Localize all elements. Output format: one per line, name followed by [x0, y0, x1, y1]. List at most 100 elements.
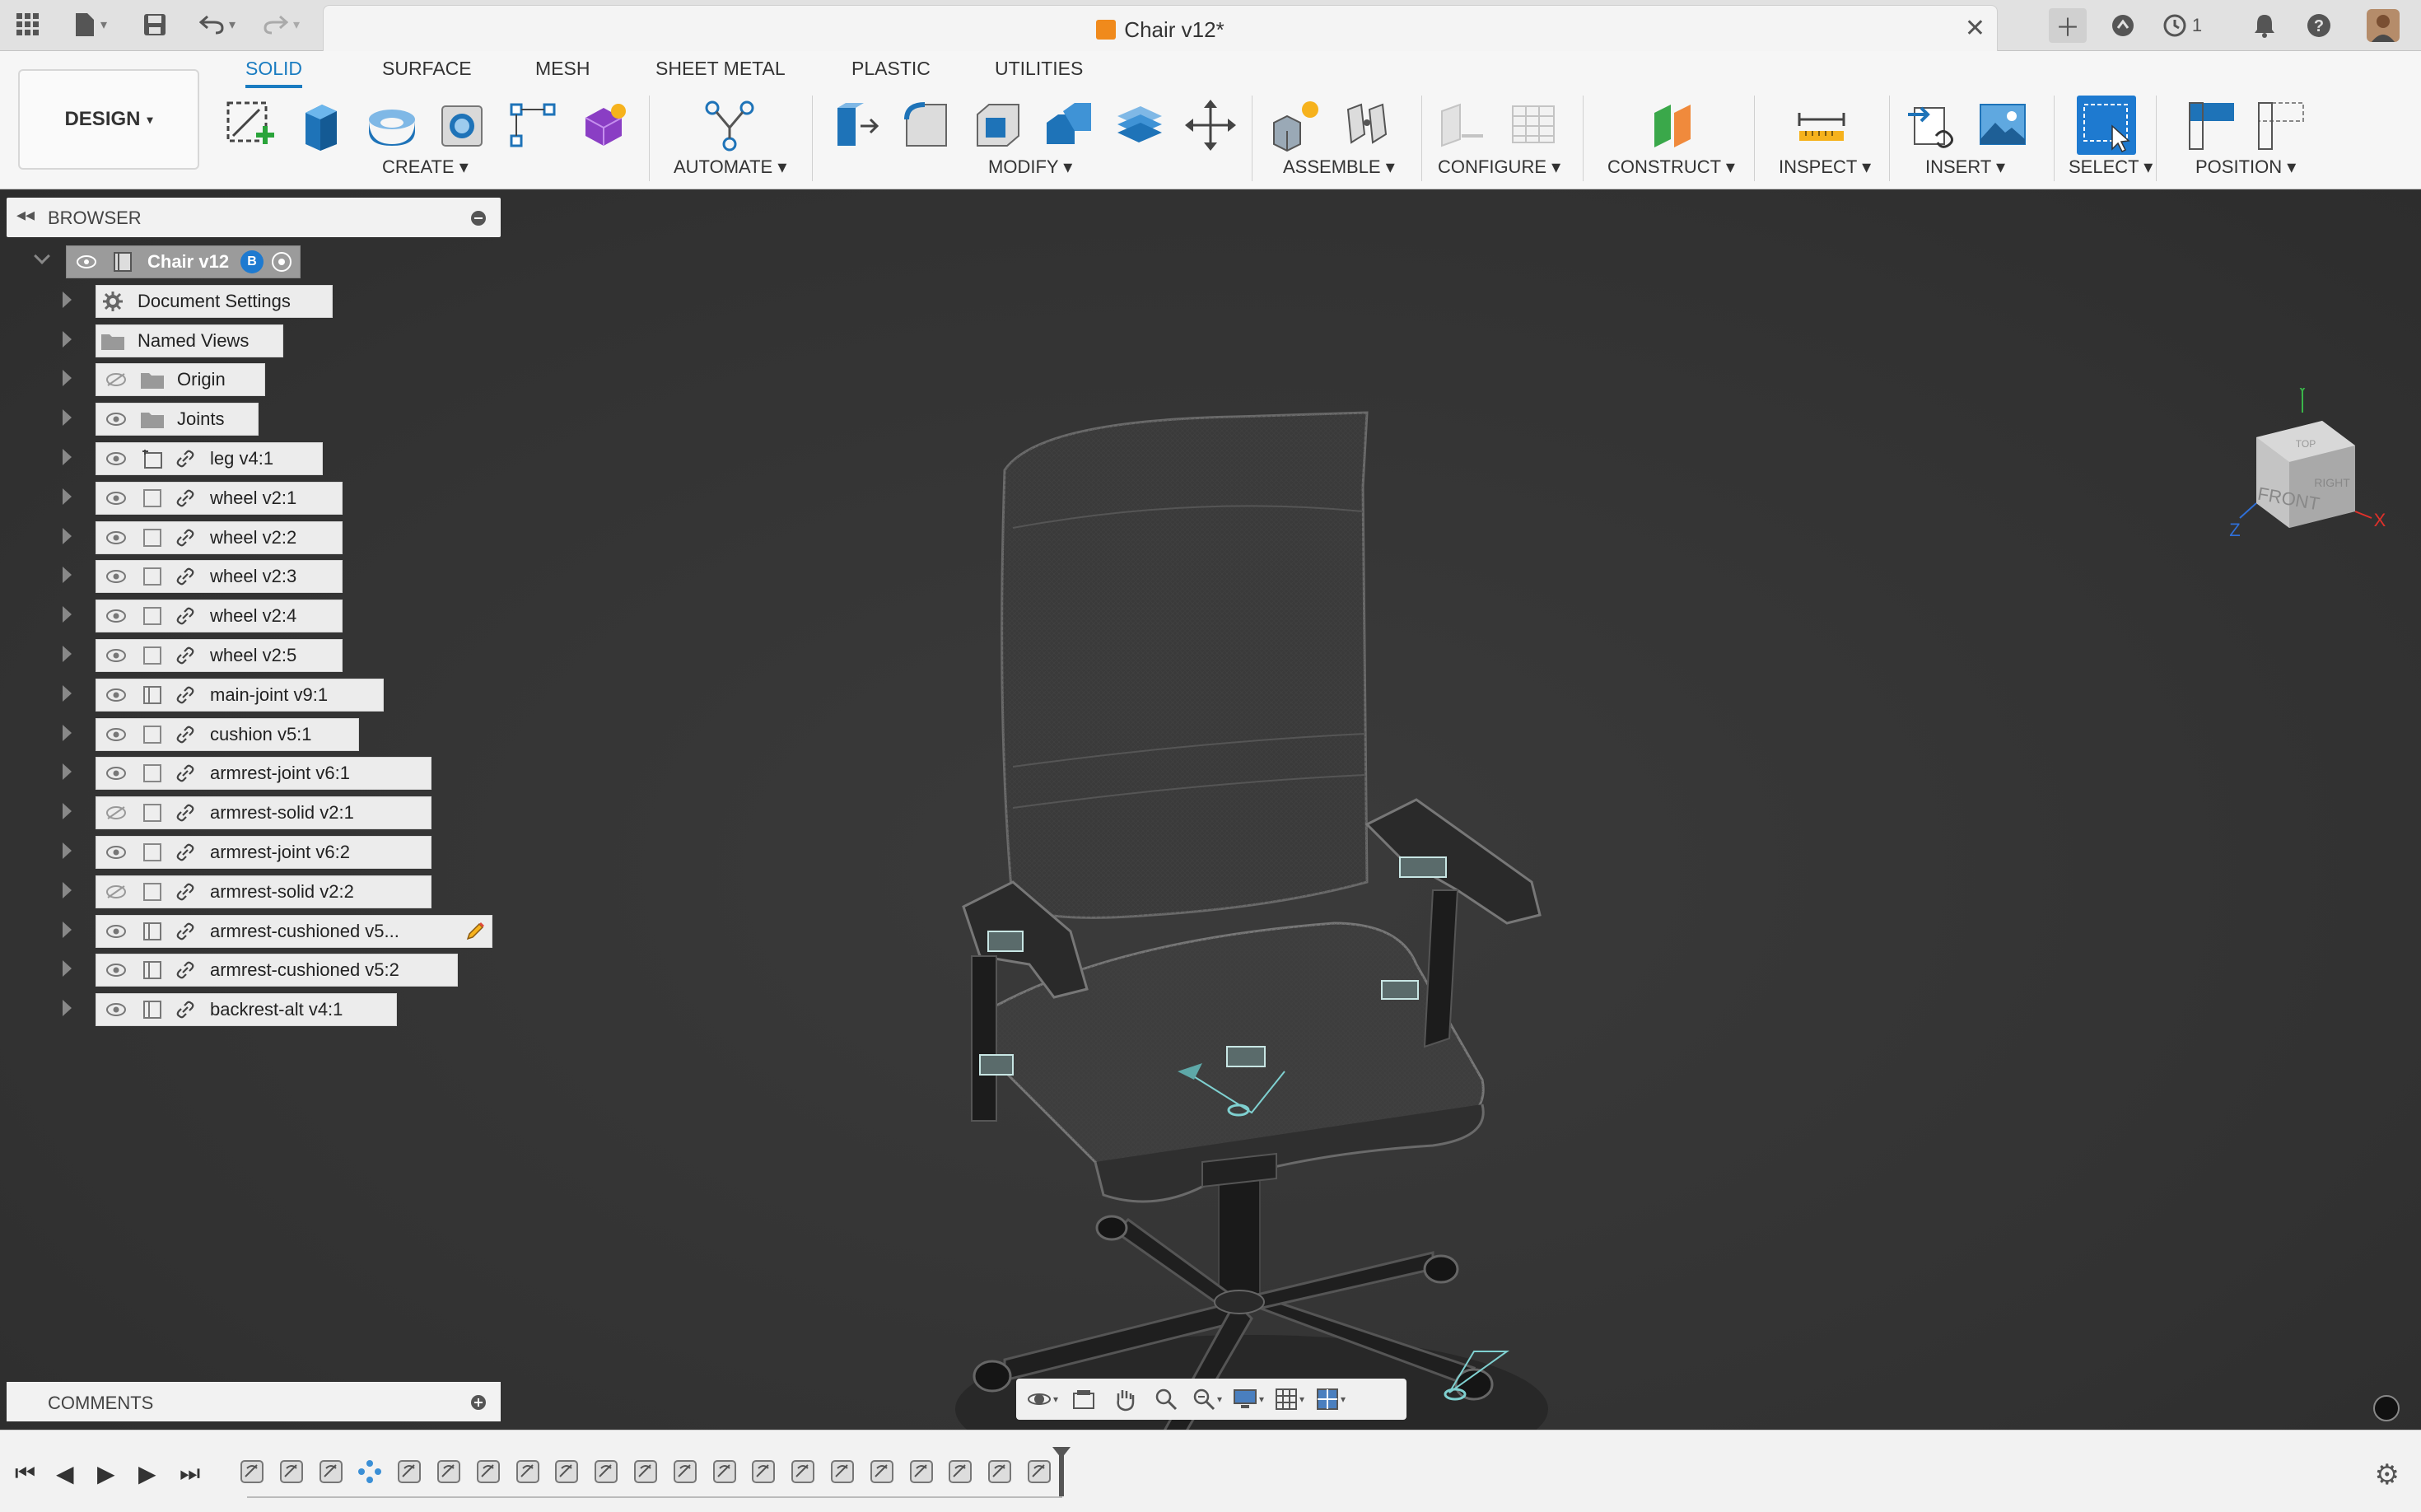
expand-arrow-icon[interactable]	[63, 1000, 72, 1017]
pan-icon[interactable]	[1107, 1383, 1143, 1416]
timeline-joint-feature[interactable]	[318, 1458, 344, 1485]
offset-faces-icon[interactable]	[1110, 96, 1169, 155]
viewports-icon[interactable]: ▾	[1313, 1383, 1349, 1416]
new-component-icon[interactable]	[1266, 96, 1326, 155]
timeline-marker[interactable]	[1052, 1447, 1071, 1496]
visibility-eye-icon[interactable]	[96, 915, 136, 948]
combine-icon[interactable]	[1039, 96, 1099, 155]
tree-item[interactable]: armrest-joint v6:2	[0, 834, 511, 869]
timeline-settings-icon[interactable]: ⚙	[2375, 1458, 2400, 1491]
timeline-joint-feature[interactable]	[1026, 1458, 1052, 1485]
tab-solid[interactable]: SOLID	[245, 58, 303, 88]
play-icon[interactable]: ▶	[97, 1460, 115, 1487]
expand-arrow-icon[interactable]	[63, 527, 72, 544]
tab-surface[interactable]: SURFACE	[382, 58, 472, 80]
help-icon[interactable]: ?	[2301, 8, 2337, 43]
tree-item[interactable]: wheel v2:4	[0, 598, 511, 633]
tree-item[interactable]: Joints	[0, 401, 511, 436]
expand-arrow-icon[interactable]	[63, 449, 72, 465]
visibility-eye-icon[interactable]	[67, 245, 106, 278]
tree-item[interactable]: armrest-solid v2:2	[0, 874, 511, 908]
press-pull-icon[interactable]	[827, 96, 886, 155]
expand-arrow-icon[interactable]	[63, 684, 72, 702]
visibility-eye-icon[interactable]	[96, 482, 136, 515]
timeline-joint-feature[interactable]	[632, 1458, 659, 1485]
timeline-joint-feature[interactable]	[553, 1458, 580, 1485]
tree-item[interactable]: armrest-solid v2:1	[0, 795, 511, 830]
tree-item[interactable]: wheel v2:2	[0, 520, 511, 554]
tree-item[interactable]: leg v4:1	[0, 441, 511, 475]
form-icon[interactable]	[575, 96, 634, 155]
orbit-icon[interactable]: ▾	[1024, 1383, 1061, 1416]
tree-item[interactable]: main-joint v9:1	[0, 677, 511, 712]
expand-arrow-icon[interactable]	[63, 330, 72, 348]
chair-model[interactable]	[906, 396, 1581, 1508]
position-menu[interactable]: POSITION ▾	[2195, 156, 2296, 178]
visibility-eye-icon[interactable]	[96, 679, 136, 712]
tree-item[interactable]: Named Views	[0, 323, 511, 357]
timeline-joint-feature[interactable]	[396, 1458, 422, 1485]
tab-plastic[interactable]: PLASTIC	[851, 58, 931, 80]
visibility-eye-icon[interactable]	[96, 442, 136, 475]
visibility-eye-icon[interactable]	[96, 954, 136, 987]
revolve-icon[interactable]	[362, 96, 422, 155]
hole-icon[interactable]	[433, 96, 492, 155]
branch-badge[interactable]: B	[240, 250, 264, 273]
hidden-eye-icon[interactable]	[96, 796, 136, 829]
configure-table-icon[interactable]	[1504, 96, 1563, 155]
go-to-end-icon[interactable]: ⏭	[180, 1460, 200, 1487]
grid-menu-icon[interactable]	[12, 8, 44, 41]
timeline-joint-feature[interactable]	[278, 1458, 305, 1485]
fillet-icon[interactable]	[898, 96, 957, 155]
inspect-menu[interactable]: INSPECT ▾	[1779, 156, 1871, 178]
tree-item[interactable]: armrest-cushioned v5...	[0, 913, 511, 948]
tree-item[interactable]: backrest-alt v4:1	[0, 992, 511, 1027]
zoom-icon[interactable]	[1148, 1383, 1184, 1416]
expand-arrow-icon[interactable]	[63, 291, 72, 308]
timeline-joint-feature[interactable]	[672, 1458, 698, 1485]
timeline-joint-feature[interactable]	[869, 1458, 895, 1485]
camera-projection-icon[interactable]	[2373, 1395, 2400, 1421]
expand-arrow-icon[interactable]	[63, 409, 72, 427]
automate-icon[interactable]	[700, 96, 759, 155]
visibility-eye-icon[interactable]	[96, 639, 136, 672]
look-at-icon[interactable]	[1066, 1383, 1102, 1416]
tree-item[interactable]: wheel v2:1	[0, 480, 511, 515]
timeline-pattern-feature[interactable]	[357, 1458, 383, 1485]
tree-root[interactable]: Chair v12 B	[0, 244, 412, 278]
extrude-icon[interactable]	[292, 96, 351, 155]
automate-menu[interactable]: AUTOMATE ▾	[674, 156, 786, 178]
configure-menu[interactable]: CONFIGURE ▾	[1438, 156, 1560, 178]
insert-canvas-icon[interactable]	[1973, 96, 2032, 155]
expand-arrow-icon[interactable]	[63, 567, 72, 584]
timeline-joint-feature[interactable]	[593, 1458, 619, 1485]
timeline-joint-feature[interactable]	[475, 1458, 501, 1485]
expand-arrow-icon[interactable]	[63, 803, 72, 820]
add-comment-icon[interactable]	[471, 1395, 486, 1410]
go-to-start-icon[interactable]: ⏮	[15, 1460, 35, 1487]
close-tab-icon[interactable]: ✕	[1965, 14, 1985, 43]
select-icon[interactable]	[2077, 96, 2136, 155]
activate-radio-icon[interactable]	[272, 252, 292, 272]
expand-arrow-icon[interactable]	[63, 606, 72, 623]
timeline-joint-feature[interactable]	[947, 1458, 973, 1485]
expand-arrow-icon[interactable]	[63, 881, 72, 898]
timeline-joint-feature[interactable]	[829, 1458, 856, 1485]
timeline-joint-feature[interactable]	[515, 1458, 541, 1485]
timeline-joint-feature[interactable]	[750, 1458, 777, 1485]
expand-arrow-icon[interactable]	[63, 646, 72, 662]
modify-menu[interactable]: MODIFY ▾	[988, 156, 1072, 178]
notifications-icon[interactable]	[2246, 8, 2283, 43]
create-menu[interactable]: CREATE ▾	[382, 156, 469, 178]
user-avatar[interactable]	[2365, 8, 2401, 43]
hidden-eye-icon[interactable]	[96, 875, 136, 908]
visibility-eye-icon[interactable]	[96, 718, 136, 751]
expand-arrow-icon[interactable]	[63, 724, 72, 741]
display-settings-icon[interactable]: ▾	[1230, 1383, 1266, 1416]
grid-settings-icon[interactable]: ▾	[1271, 1383, 1308, 1416]
joint-icon[interactable]	[1337, 96, 1397, 155]
comments-panel[interactable]: COMMENTS	[7, 1382, 501, 1421]
tree-item[interactable]: armrest-cushioned v5:2	[0, 952, 511, 987]
tab-utilities[interactable]: UTILITIES	[995, 58, 1083, 80]
assemble-menu[interactable]: ASSEMBLE ▾	[1283, 156, 1395, 178]
